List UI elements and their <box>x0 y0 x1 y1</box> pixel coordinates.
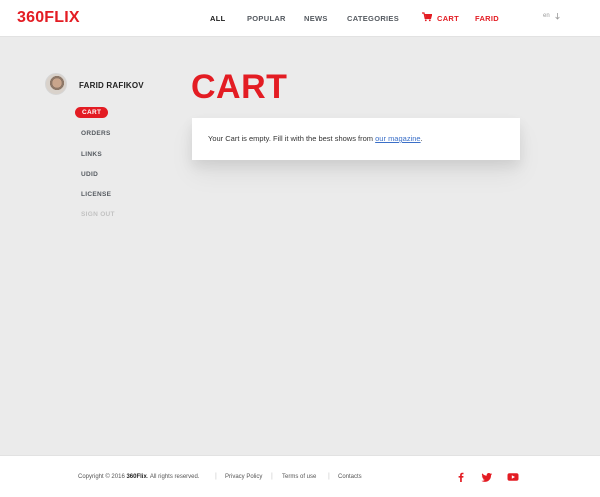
arrow-down-icon[interactable] <box>555 13 560 20</box>
sidebar-item-license[interactable]: LICENSE <box>81 191 111 198</box>
empty-cart-text: Your Cart is empty. Fill it with the bes… <box>208 134 376 143</box>
cart-icon[interactable] <box>422 12 432 22</box>
footer: Copyright © 2016 360Flix. All rights res… <box>0 455 600 497</box>
sidebar-item-links[interactable]: LINKS <box>81 151 102 158</box>
nav-categories[interactable]: CATEGORIES <box>347 14 399 23</box>
sidebar-item-orders[interactable]: ORDERS <box>81 130 111 137</box>
nav-cart[interactable]: CART <box>437 14 459 23</box>
empty-cart-message: Your Cart is empty. Fill it with the bes… <box>208 134 423 143</box>
top-header: 360FLIX ALL POPULAR NEWS CATEGORIES CART… <box>0 0 600 37</box>
copyright-suffix: . All rights reserved. <box>146 474 200 480</box>
logo[interactable]: 360FLIX <box>17 9 80 27</box>
user-name[interactable]: FARID RAFIKOV <box>79 81 144 90</box>
footer-divider: | <box>271 473 273 480</box>
nav-all[interactable]: ALL <box>210 14 225 23</box>
copyright-prefix: Copyright © 2016 <box>78 474 127 480</box>
facebook-icon[interactable] <box>455 471 467 483</box>
footer-link-contacts[interactable]: Contacts <box>338 474 362 480</box>
footer-link-terms[interactable]: Terms of use <box>282 474 316 480</box>
nav-popular[interactable]: POPULAR <box>247 14 286 23</box>
nav-user[interactable]: FARID <box>475 14 499 23</box>
sidebar-item-sign-out[interactable]: SIGN OUT <box>81 211 115 218</box>
nav-news[interactable]: NEWS <box>304 14 328 23</box>
sidebar-item-udid[interactable]: UDID <box>81 171 98 178</box>
page-title: CART <box>191 68 288 106</box>
copyright: Copyright © 2016 360Flix. All rights res… <box>78 474 200 480</box>
message-period: . <box>420 134 423 143</box>
sidebar-item-cart[interactable]: CART <box>75 107 109 118</box>
footer-link-privacy[interactable]: Privacy Policy <box>225 474 262 480</box>
avatar[interactable] <box>45 73 67 95</box>
magazine-link[interactable]: our magazine <box>375 134 420 143</box>
footer-divider: | <box>215 473 217 480</box>
youtube-icon[interactable] <box>507 471 519 483</box>
footer-divider: | <box>328 473 330 480</box>
twitter-icon[interactable] <box>481 471 493 483</box>
copyright-brand: 360Flix <box>126 474 147 480</box>
empty-cart-card: Your Cart is empty. Fill it with the bes… <box>192 118 520 160</box>
language-selector[interactable]: en <box>543 13 550 19</box>
